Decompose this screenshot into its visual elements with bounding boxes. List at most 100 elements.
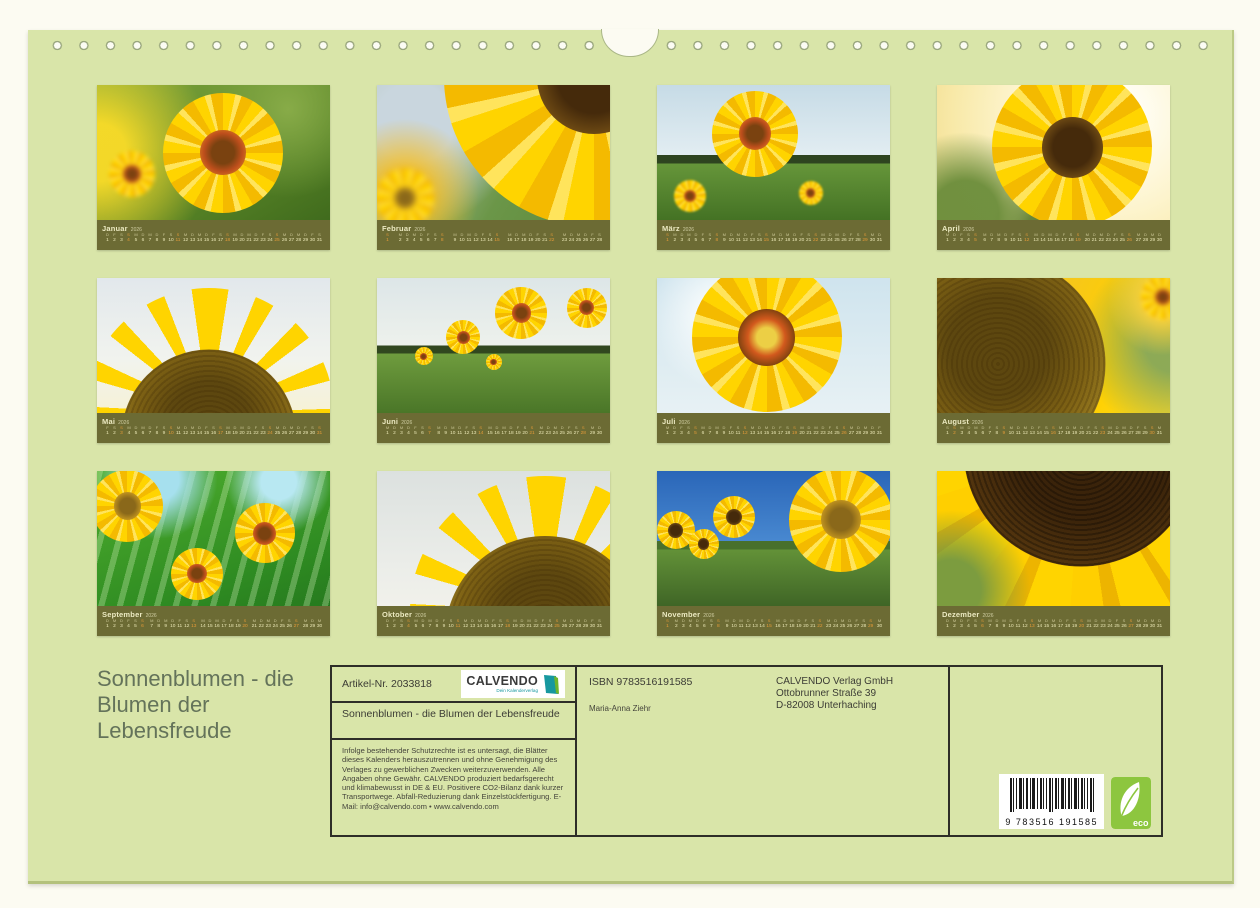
- day-number: 27: [1128, 624, 1135, 629]
- weekday-letter: D: [1156, 233, 1163, 237]
- weekday-letter: D: [958, 619, 965, 623]
- weekday-letter: M: [763, 426, 770, 430]
- weekday-letter: F: [678, 426, 685, 430]
- day-number: 14: [756, 431, 763, 436]
- day-number: 12: [182, 238, 189, 243]
- day-number: 12: [462, 624, 469, 629]
- weekday-letter: S: [477, 426, 484, 430]
- day-number: 13: [752, 624, 759, 629]
- calendar-week: M7D8M9D10F11S12S13: [987, 619, 1036, 629]
- weekday-letter: D: [1008, 619, 1015, 623]
- weekday-letter: S: [504, 619, 511, 623]
- weekday-letter: D: [568, 619, 575, 623]
- weekday-letter: S: [596, 233, 603, 237]
- barcode-bars: [1010, 778, 1094, 812]
- weekday-letter: S: [274, 233, 281, 237]
- weekday-letter: S: [487, 233, 494, 237]
- weekday-letter: S: [235, 619, 242, 623]
- day-number: 1: [944, 431, 951, 436]
- weekday-letter: D: [288, 233, 295, 237]
- day-number: 30: [869, 238, 876, 243]
- weekday-letter: S: [384, 233, 391, 237]
- day-number: 24: [568, 238, 575, 243]
- calendar-week: M4D5M6D7F8S9S10: [126, 426, 175, 436]
- weekday-letter: D: [456, 426, 463, 430]
- weekday-letter: M: [575, 233, 582, 237]
- calendar-week: M16D17M18D19F20S21S22: [770, 233, 819, 243]
- imprint-middle-box: ISBN 9783516191585 CALVENDO Verlag GmbH …: [577, 665, 950, 837]
- weekday-letter: M: [162, 619, 169, 623]
- weekday-letter: M: [512, 619, 519, 623]
- day-number: 23: [820, 431, 827, 436]
- weekday-letter: S: [1023, 233, 1030, 237]
- month-card: Juli2026 M1D2F3S4S5M6D7M8D9F10S11S12M13D…: [657, 278, 890, 443]
- day-number: 15: [766, 624, 773, 629]
- weekday-letter: M: [140, 426, 147, 430]
- weekday-letter: F: [1009, 233, 1016, 237]
- day-number: 20: [242, 624, 249, 629]
- day-number: 6: [420, 624, 427, 629]
- weekday-letter: F: [125, 619, 132, 623]
- calendar-week: M24D25M26D27F28S29S30: [1107, 426, 1156, 436]
- sunflower-graphic: [567, 288, 607, 328]
- day-number: 11: [456, 431, 463, 436]
- day-number: 14: [196, 238, 203, 243]
- calendar-week: M5D6M7D8F9S10S11: [133, 233, 182, 243]
- weekday-letter: S: [756, 233, 763, 237]
- day-number: 27: [848, 238, 855, 243]
- day-number: 16: [1050, 624, 1057, 629]
- weekday-letter: M: [182, 233, 189, 237]
- weekday-letter: M: [848, 426, 855, 430]
- weekday-letter: F: [802, 619, 809, 623]
- day-number: 2: [951, 238, 958, 243]
- day-number: 1: [384, 431, 391, 436]
- weekday-letter: D: [1105, 233, 1112, 237]
- day-number: 20: [1084, 238, 1091, 243]
- day-number: 4: [965, 238, 972, 243]
- day-number: 31: [316, 431, 323, 436]
- day-number: 2: [673, 624, 680, 629]
- calendar-week: M23D24M25D26F27S28S29: [825, 619, 874, 629]
- calendar-week: M8D9M10D11F12S13S14: [435, 426, 484, 436]
- day-number: 17: [777, 431, 784, 436]
- day-number: 26: [1126, 238, 1133, 243]
- month-year: 2026: [972, 420, 983, 426]
- calendar-week: M27D28M29D30: [1135, 233, 1163, 243]
- weekday-letter: F: [876, 426, 883, 430]
- day-number: 27: [1135, 238, 1142, 243]
- calendar-week: M13D14M15D16F17S18S19: [1033, 233, 1082, 243]
- svg-text:eco: eco: [1133, 818, 1149, 828]
- weekday-letter: D: [1029, 426, 1036, 430]
- ean-barcode: 9 783516 191585: [999, 774, 1104, 829]
- month-year: 2026: [401, 420, 412, 426]
- day-number: 8: [154, 431, 161, 436]
- calendar-week: M9D10M11D12F13S14S15: [724, 619, 773, 629]
- day-number: 2: [671, 431, 678, 436]
- day-number: 19: [232, 431, 239, 436]
- day-number: 26: [566, 431, 573, 436]
- sunflower-graphic: [937, 278, 1105, 413]
- weekday-letter: M: [316, 619, 323, 623]
- imprint-table: Artikel-Nr. 2033818 CALVENDO Dein Kalend…: [330, 665, 1163, 837]
- calendar-week: D1M2D3F4S5S6: [944, 619, 986, 629]
- weekday-letter: D: [295, 426, 302, 430]
- weekday-letter: S: [286, 619, 293, 623]
- month-year: 2026: [963, 227, 974, 233]
- month-card: Dezember2026 D1M2D3F4S5S6M7D8M9D10F11S12…: [937, 471, 1170, 636]
- weekday-letter: M: [1084, 233, 1091, 237]
- calendar-week: M26D27M28D29F30S31: [561, 619, 603, 629]
- day-number: 5: [133, 238, 140, 243]
- day-number: 11: [1016, 238, 1023, 243]
- calendar-week: M17D18M19D20F21S22S23: [1057, 426, 1106, 436]
- day-number: 30: [1149, 624, 1156, 629]
- weekday-letter: S: [805, 233, 812, 237]
- day-number: 29: [1149, 238, 1156, 243]
- day-number: 9: [721, 431, 728, 436]
- weekday-letter: S: [766, 619, 773, 623]
- weekday-letter: D: [781, 619, 788, 623]
- weekday-letter: S: [548, 233, 555, 237]
- month-strip: März2026 S1M2D3M4D5F6S7S8M9D10M11D12F13S…: [657, 220, 890, 250]
- day-number: 23: [1105, 238, 1112, 243]
- day-number: 19: [512, 624, 519, 629]
- calendar-week: M22D23M24D25F26S27S28: [538, 426, 587, 436]
